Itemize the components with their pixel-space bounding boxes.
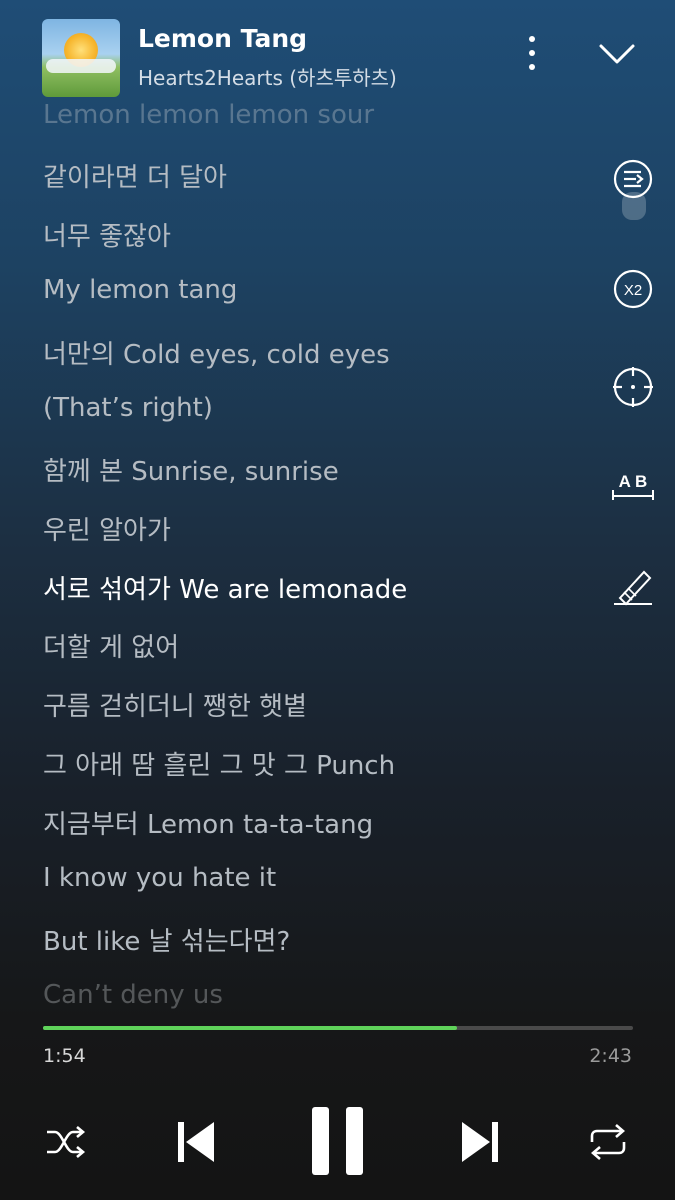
locate-current-lyric-button[interactable] [608,362,658,412]
song-title: Lemon Tang [138,24,308,53]
next-icon [462,1122,498,1162]
translate-label: A B [619,472,648,491]
edit-icon [614,570,652,606]
more-options-button[interactable] [518,34,546,72]
queue-icon [613,159,653,199]
album-art[interactable] [42,19,120,97]
lyric-line[interactable]: 같이라면 더 달아 [43,157,227,194]
shuffle-button[interactable] [44,1122,88,1166]
repeat-icon [590,1124,626,1160]
lyric-line[interactable]: I know you hate it [43,863,276,893]
next-button[interactable] [458,1118,502,1170]
speed-icon: X2 [613,269,653,309]
lyric-line[interactable]: (That’s right) [43,393,213,423]
previous-icon [178,1122,214,1162]
lyric-line[interactable]: 우린 알아가 [43,510,171,547]
lyric-line[interactable]: 너무 좋잖아 [43,216,171,253]
speed-label: X2 [624,282,642,299]
lyric-line[interactable]: 더할 게 없어 [43,627,179,664]
previous-button[interactable] [174,1118,218,1170]
album-art-cloud [46,59,116,73]
translate-icon: A B [612,472,654,500]
lyric-line[interactable]: 지금부터 Lemon ta-ta-tang [43,804,373,841]
total-time: 2:43 [589,1045,632,1067]
edit-lyrics-button[interactable] [608,560,658,610]
translate-button[interactable]: A B [608,460,658,510]
lyric-line[interactable]: 구름 걷히더니 쨍한 햇볕 [43,686,307,723]
now-playing-header: Lemon Tang Hearts2Hearts (하츠투하츠) [0,0,675,110]
lyric-line[interactable]: But like 날 섞는다면? [43,921,290,958]
elapsed-time: 1:54 [43,1045,86,1067]
current-lyric-line[interactable]: 서로 섞여가 We are lemonade [43,569,407,606]
progress-bar[interactable] [43,1026,633,1030]
chevron-down-icon [599,44,635,64]
lyric-line[interactable]: 함께 본 Sunrise, sunrise [43,451,339,488]
queue-button[interactable] [608,154,658,204]
pause-button[interactable] [310,1106,366,1180]
more-vertical-icon [529,36,535,70]
lyric-line[interactable]: 너만의 Cold eyes, cold eyes [43,334,390,371]
artist-name[interactable]: Hearts2Hearts (하츠투하츠) [138,62,397,91]
pause-icon [312,1107,363,1175]
repeat-button[interactable] [586,1122,630,1166]
lyric-line[interactable]: Can’t deny us [43,980,223,1010]
collapse-button[interactable] [596,38,638,70]
shuffle-icon [47,1126,86,1158]
lyric-line[interactable]: Lemon lemon lemon sour [43,100,374,130]
lyrics-panel[interactable]: Lemon lemon lemon sour 같이라면 더 달아 너무 좋잖아 … [0,100,600,1010]
playback-speed-button[interactable]: X2 [608,264,658,314]
progress-fill [43,1026,457,1030]
lyric-line[interactable]: 그 아래 땀 흘린 그 맛 그 Punch [43,745,395,782]
locate-icon [613,367,653,407]
lyric-line[interactable]: My lemon tang [43,275,237,305]
